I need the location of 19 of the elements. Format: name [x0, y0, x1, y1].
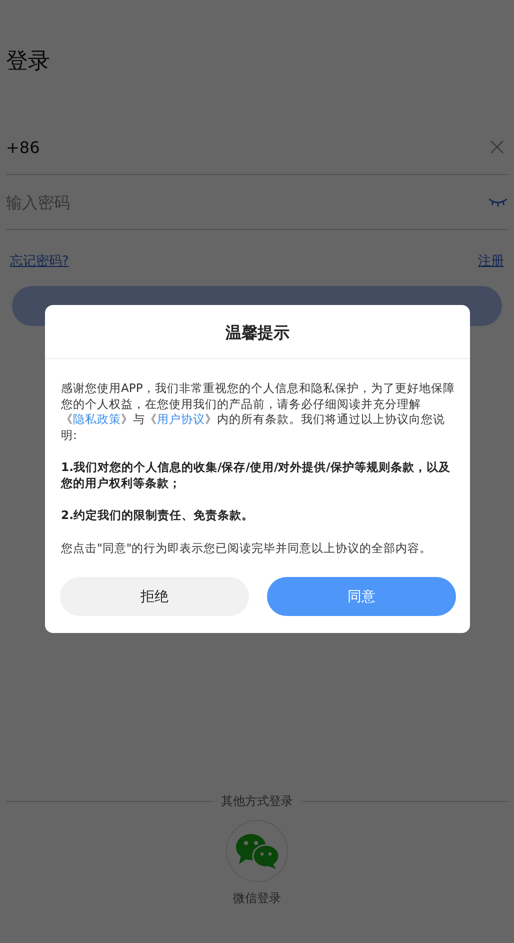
phone-field[interactable]: +86 [6, 138, 40, 156]
forgot-password-link[interactable]: 忘记密码? [10, 252, 69, 270]
close-icon[interactable] [490, 140, 504, 154]
dialog-title: 温馨提示 [45, 305, 470, 359]
terms-item: 1.我们对您的个人信息的收集/保存/使用/对外提供/保护等规则条款，以及您的用户权利等条款； [61, 460, 452, 491]
chat-bubbles-icon [235, 832, 279, 870]
consent-note: 您点击"同意"的行为即表示您已阅读完毕并同意以上协议的全部内容。 [61, 540, 433, 556]
wechat-login-label: 微信登录 [233, 890, 281, 907]
eye-closed-icon[interactable] [488, 197, 508, 207]
policy-link[interactable]: 隐私政策 [73, 412, 121, 426]
page-title: 登录 [6, 48, 51, 76]
terms-item: 2.约定我们的限制责任、免责条款。 [61, 508, 254, 524]
register-link[interactable]: 注册 [478, 252, 504, 270]
agree-button[interactable]: 同意 [267, 577, 456, 616]
wechat-login-button[interactable] [226, 820, 288, 882]
policy-link[interactable]: 用户协议 [157, 412, 205, 426]
decline-button[interactable]: 拒绝 [60, 577, 249, 616]
intro-paragraph: 感谢您使用APP，我们非常重视您的个人信息和隐私保护，为了更好地保障您的个人权益，在您使用我们的产品前，请务必仔细阅读并充分理解《隐私政策》与《用户协议》内的所有条款。我们将通过以上协议向您说明: [61, 381, 456, 443]
other-login-label: 其他方式登录 [221, 793, 293, 810]
